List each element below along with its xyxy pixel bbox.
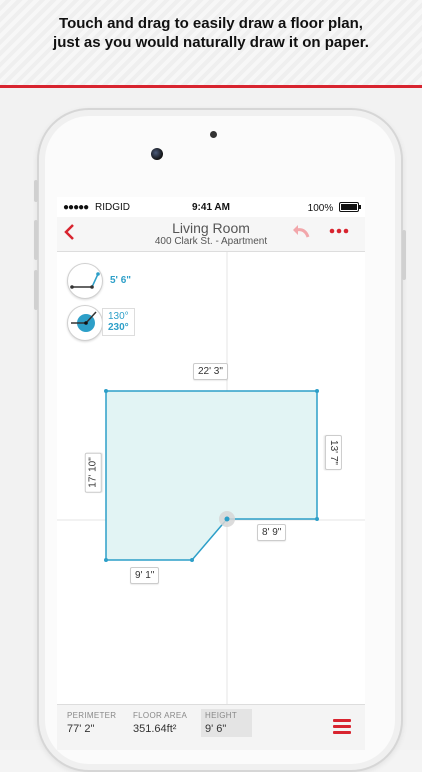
angle-value-inner: 130° <box>108 311 129 322</box>
metric-value: 351.64ft² <box>133 723 177 735</box>
metrics-bar: PERIMETER 77' 2" FLOOR AREA 351.64ft² HE… <box>57 704 365 750</box>
power-button <box>402 230 406 280</box>
volume-down-button <box>34 270 38 310</box>
page-subtitle: 400 Clark St. - Apartment <box>154 236 268 247</box>
battery-percent: 100% <box>307 203 334 214</box>
length-tool[interactable] <box>67 263 103 299</box>
metric-label: HEIGHT <box>205 711 238 720</box>
speaker <box>210 131 217 138</box>
front-camera <box>151 148 163 160</box>
metric-label: PERIMETER <box>67 711 117 720</box>
page-title: Living Room <box>172 220 250 236</box>
menu-icon[interactable] <box>333 719 351 737</box>
corner-node <box>104 389 108 393</box>
battery-status: 100% <box>307 202 361 214</box>
metric-label: FLOOR AREA <box>133 711 188 720</box>
promo-line-2: just as you would naturally draw it on p… <box>53 34 369 51</box>
length-value: 5' 6" <box>110 275 132 286</box>
angle-tool-icon <box>71 311 97 332</box>
undo-arrow-icon[interactable] <box>291 223 311 244</box>
status-bar: ●●●●● RIDGID 9:41 AM 100% <box>57 197 365 217</box>
metric-floor-area: FLOOR AREA 351.64ft² <box>133 711 187 735</box>
promo-banner: Touch and drag to easily draw a floor pl… <box>0 0 422 86</box>
angle-tool[interactable] <box>67 305 103 341</box>
dimension-label-left[interactable]: 17' 10" <box>84 452 102 493</box>
more-dots-icon[interactable] <box>328 221 350 242</box>
dimension-label-top[interactable]: 22' 3" <box>193 363 228 380</box>
phone-screen: ●●●●● RIDGID 9:41 AM 100% Living Room 40… <box>57 197 365 750</box>
battery-icon <box>339 202 361 212</box>
drawing-canvas[interactable]: 5' 6" 130° 230° 22' 3" 13' 7" 17' 10" 8'… <box>57 252 365 704</box>
angle-value-outer: 230° <box>108 322 129 333</box>
corner-node <box>315 389 319 393</box>
dimension-label-bottom-right[interactable]: 8' 9" <box>257 524 287 541</box>
metric-value: 77' 2" <box>67 723 95 735</box>
metric-perimeter: PERIMETER 77' 2" <box>67 711 116 735</box>
nav-bar: Living Room 400 Clark St. - Apartment <box>57 217 365 252</box>
promo-line-1: Touch and drag to easily draw a floor pl… <box>59 15 363 32</box>
mute-switch <box>34 180 38 202</box>
metric-height[interactable]: HEIGHT 9' 6" <box>201 709 252 737</box>
dimension-label-bottom[interactable]: 9' 1" <box>130 567 160 584</box>
corner-node <box>104 558 108 562</box>
length-tool-icon <box>70 272 100 289</box>
metric-value: 9' 6" <box>205 723 227 735</box>
dimension-label-right[interactable]: 13' 7" <box>324 435 342 470</box>
corner-node <box>190 558 194 562</box>
corner-node <box>315 517 319 521</box>
volume-up-button <box>34 220 38 260</box>
angle-values: 130° 230° <box>102 308 135 336</box>
active-node <box>224 516 230 522</box>
promo-headline: Touch and drag to easily draw a floor pl… <box>0 14 422 52</box>
banner-divider <box>0 85 422 88</box>
